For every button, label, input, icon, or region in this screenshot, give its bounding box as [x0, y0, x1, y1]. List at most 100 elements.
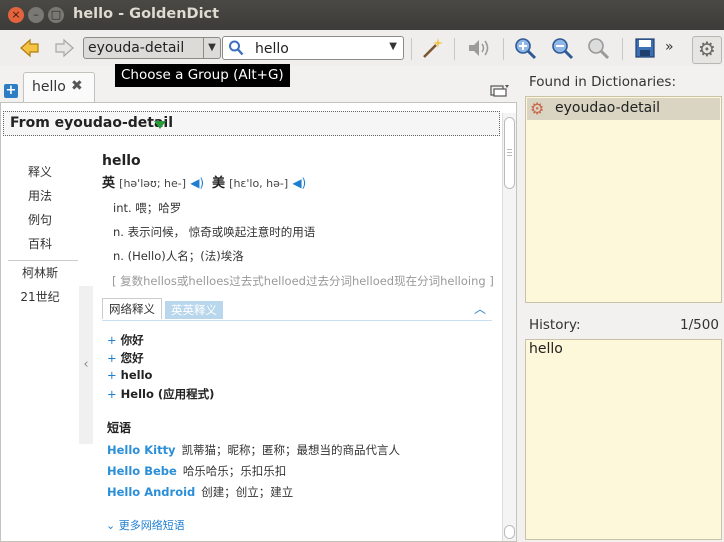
web-translation-item[interactable]: + Hello (应用程式) [107, 386, 214, 402]
forward-arrow-icon[interactable] [52, 36, 76, 60]
scrollbar-grip [507, 149, 512, 150]
zoom-reset-icon[interactable] [586, 36, 610, 60]
tab-label: hello [32, 79, 66, 95]
search-input[interactable] [253, 38, 387, 60]
nav-item-21st-century[interactable]: 21世纪 [4, 288, 76, 305]
history-item[interactable]: hello [529, 341, 563, 357]
history-label: History: [529, 317, 581, 333]
phrase-row: Hello Android 创建；创立；建立 [107, 484, 293, 500]
plus-icon: + [107, 333, 117, 347]
search-icon [228, 39, 244, 61]
gear-icon: ⚙ [698, 37, 716, 61]
save-icon[interactable] [633, 36, 657, 60]
tab-english-definition[interactable]: 英英释义 [165, 301, 223, 319]
pron-lang: 美 [212, 176, 226, 191]
nav-item-meaning[interactable]: 释义 [4, 163, 76, 180]
phonetic: [hə'ləʊ; he-] [119, 177, 187, 190]
tab-web-translation[interactable]: 网络释义 [102, 298, 162, 319]
chevron-down-icon: ▼ [203, 38, 220, 58]
close-window-button[interactable]: × [8, 7, 24, 23]
speaker-icon[interactable] [466, 36, 490, 60]
dictionary-header[interactable]: From eyoudao-detail [3, 111, 500, 136]
window-title: hello - GoldenDict [73, 6, 220, 22]
tab-hello[interactable]: hello ✖ [23, 72, 95, 102]
web-translation-text: 您好 [120, 351, 144, 365]
phonetic: [hɛ'lo, hə-] [229, 177, 289, 190]
web-translation-text: Hello (应用程式) [120, 387, 215, 401]
phrase-meaning: 哈乐哈乐；乐扣乐扣 [182, 464, 287, 478]
title-bar: × – □ hello - GoldenDict [0, 0, 724, 30]
plus-icon: + [107, 368, 117, 382]
collapse-arrow-icon[interactable] [154, 121, 166, 129]
history-list [525, 339, 722, 540]
group-select[interactable]: eyouda-detail ▼ [83, 37, 221, 59]
pronunciation-uk: 英 [hə'ləʊ; he-] ◀) [102, 172, 204, 191]
pronunciation-us: 美 [hɛ'lo, hə-] ◀) [212, 172, 306, 191]
found-dictionary-item[interactable]: ⚙ eyoudao-detail [527, 98, 720, 120]
phrases-title: 短语 [107, 421, 132, 435]
scrollbar-down-button[interactable] [504, 525, 515, 539]
nav-item-collins[interactable]: 柯林斯 [4, 264, 76, 281]
speaker-icon[interactable]: ◀) [292, 176, 306, 190]
scrollbar-grip [507, 155, 512, 156]
chevron-down-icon[interactable]: ▼ [389, 41, 397, 52]
menu-gear-button[interactable]: ⚙ [692, 36, 722, 64]
translation-tabs: 网络释义 英英释义 ︿ [102, 298, 492, 321]
definition: int. 喂；哈罗 [113, 201, 182, 215]
new-tab-button[interactable]: + [4, 84, 18, 98]
scrollbar-grip [507, 152, 512, 153]
back-arrow-icon[interactable] [18, 36, 42, 60]
web-translation-text: 你好 [120, 333, 144, 347]
dictionary-header-title: From eyoudao-detail [10, 115, 174, 131]
minimize-window-button[interactable]: – [28, 7, 44, 23]
nav-collapse-handle[interactable]: ‹ [79, 286, 93, 444]
toolbar-separator [503, 38, 504, 60]
pron-lang: 英 [102, 176, 116, 191]
group-select-value: eyouda-detail [88, 40, 185, 56]
tab-list-icon[interactable] [490, 84, 510, 102]
web-translation-item[interactable]: + 您好 [107, 350, 144, 366]
dictionary-gear-icon: ⚙ [530, 99, 545, 118]
nav-item-encyclopedia[interactable]: 百科 [4, 235, 76, 252]
speaker-icon[interactable]: ◀) [190, 176, 204, 190]
search-field[interactable]: ▼ [222, 36, 404, 60]
toolbar-separator [411, 38, 412, 60]
magic-wand-icon[interactable] [420, 36, 444, 60]
chevron-up-icon[interactable]: ︿ [474, 300, 486, 317]
headword: hello [102, 153, 141, 169]
nav-divider [8, 260, 78, 261]
zoom-out-icon[interactable] [550, 36, 574, 60]
phrase-row: Hello Bebe 哈乐哈乐；乐扣乐扣 [107, 463, 286, 479]
maximize-window-button[interactable]: □ [48, 7, 64, 23]
toolbar-separator [622, 38, 623, 60]
phrase-meaning: 创建；创立；建立 [201, 485, 294, 499]
web-translation-item[interactable]: + hello [107, 368, 152, 382]
more-phrases-label: 更多网络短语 [118, 519, 185, 532]
phrase-link[interactable]: Hello Kitty [107, 443, 176, 457]
more-phrases-link[interactable]: ⌄ 更多网络短语 [106, 517, 185, 533]
close-tab-icon[interactable]: ✖ [71, 78, 83, 94]
found-dictionaries-list [525, 96, 722, 303]
definition: n. 表示问候， 惊奇或唤起注意时的用语 [113, 225, 316, 239]
nav-item-usage[interactable]: 用法 [4, 187, 76, 204]
toolbar-overflow-button[interactable]: » [665, 39, 674, 55]
web-translation-text: hello [120, 368, 153, 382]
plus-icon: + [107, 387, 117, 401]
history-count: 1/500 [680, 317, 719, 333]
toolbar-separator [454, 38, 455, 60]
web-translation-item[interactable]: + 你好 [107, 332, 144, 348]
tooltip: Choose a Group (Alt+G) [115, 64, 290, 87]
nav-item-examples[interactable]: 例句 [4, 211, 76, 228]
phrase-row: Hello Kitty 凯蒂猫；昵称；匿称；最想当的商品代言人 [107, 442, 400, 458]
found-dictionary-label: eyoudao-detail [555, 100, 661, 116]
plus-icon: + [107, 351, 117, 365]
phrase-meaning: 凯蒂猫；昵称；匿称；最想当的商品代言人 [181, 443, 401, 457]
found-in-dictionaries-label: Found in Dictionaries: [529, 74, 677, 90]
article-scrollbar[interactable] [502, 113, 516, 541]
chevron-down-icon: ⌄ [106, 519, 119, 532]
phrase-link[interactable]: Hello Android [107, 485, 195, 499]
word-forms: [ 复数hellos或helloes过去式helloed过去分词helloed现… [112, 274, 494, 288]
scrollbar-thumb[interactable] [504, 117, 515, 189]
phrase-link[interactable]: Hello Bebe [107, 464, 177, 478]
zoom-in-icon[interactable] [513, 36, 537, 60]
